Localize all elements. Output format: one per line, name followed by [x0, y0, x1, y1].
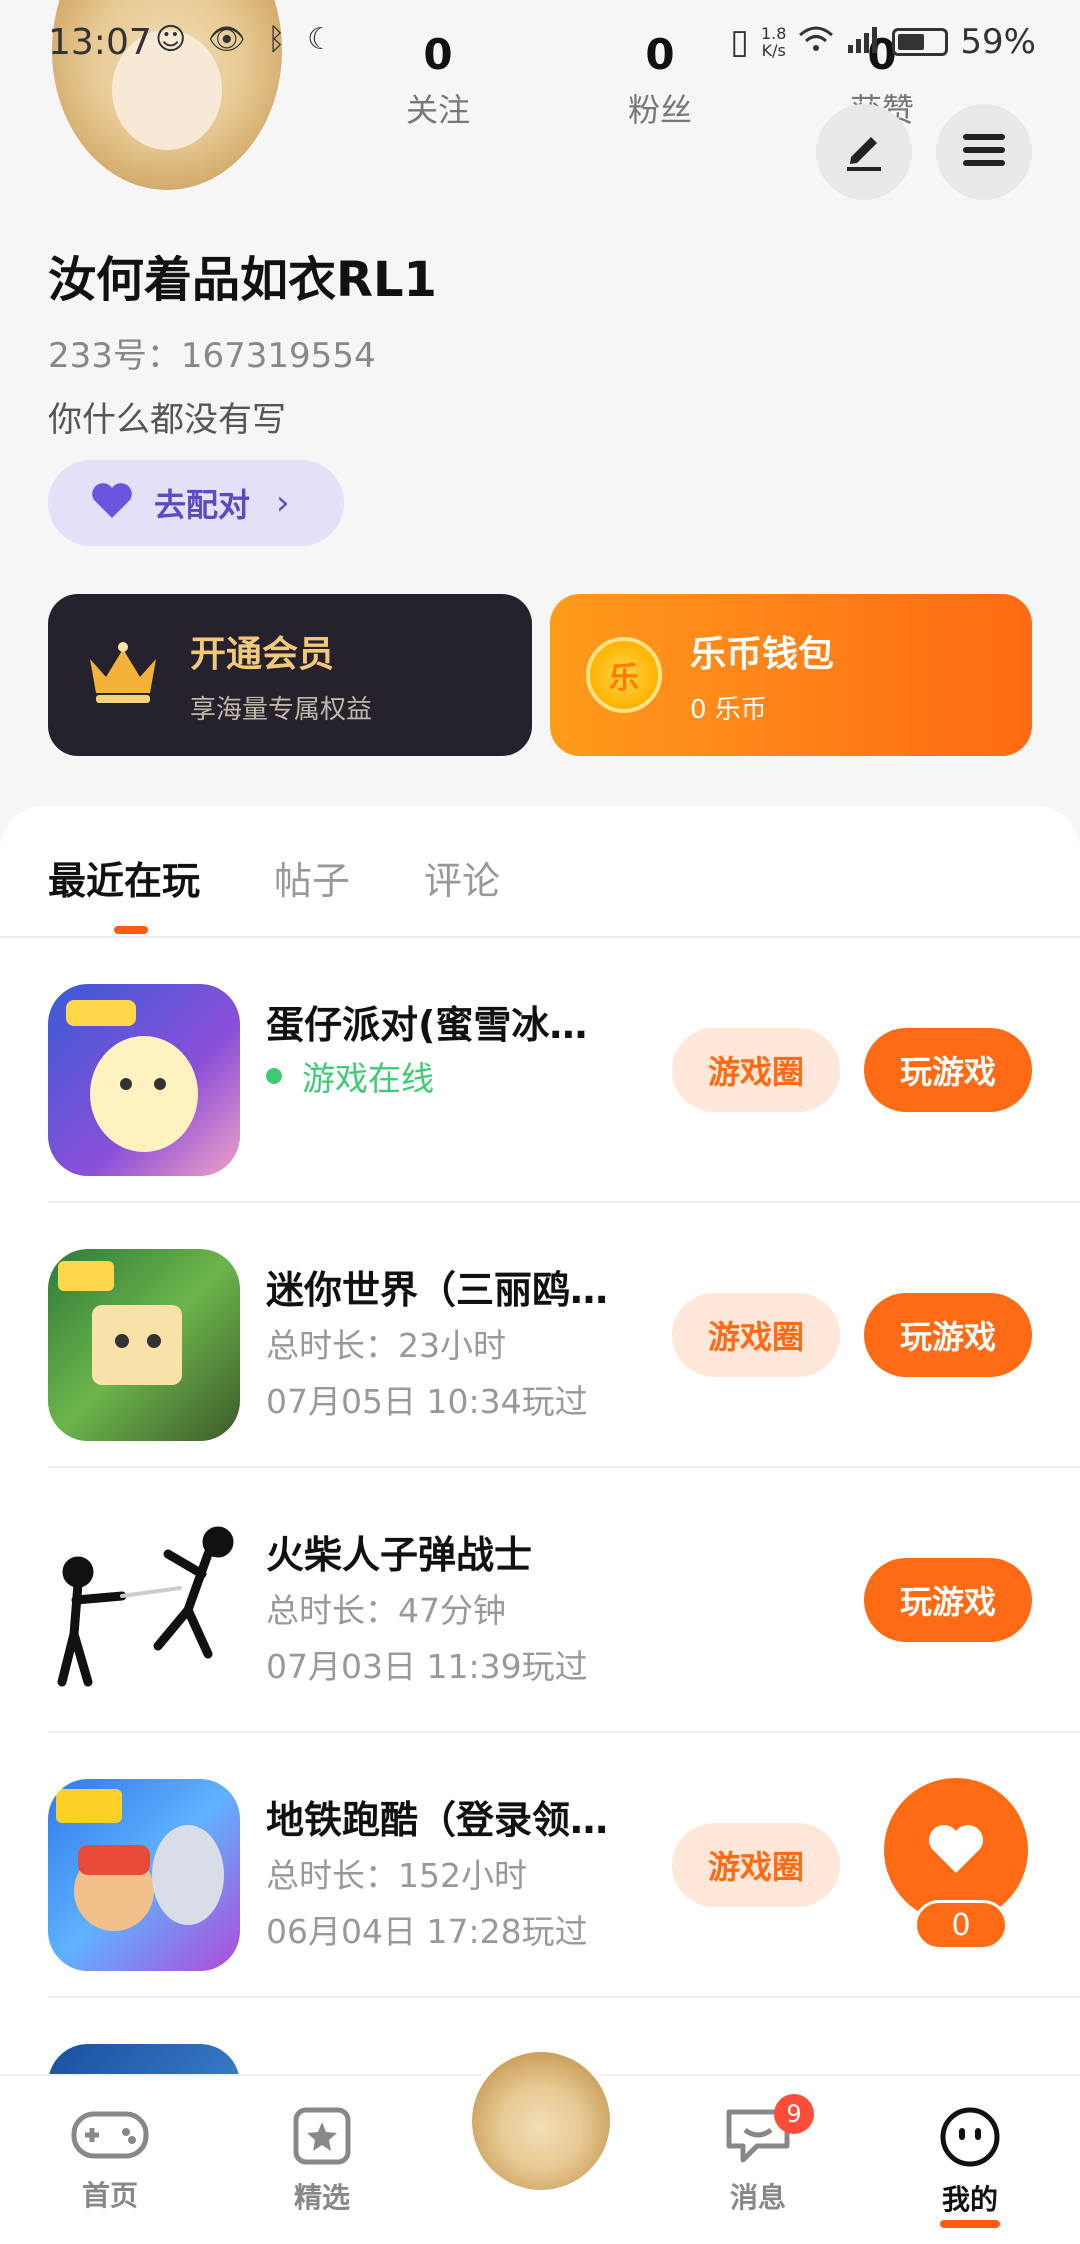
pair-button[interactable]: 去配对 ›: [48, 460, 344, 546]
heart-icon: [926, 1821, 986, 1879]
online-label: 游戏在线: [302, 1059, 434, 1098]
battery-percent: 59%: [960, 22, 1036, 62]
game-circle-button[interactable]: 游戏圈: [672, 1293, 840, 1377]
menu-button[interactable]: [936, 104, 1032, 200]
play-game-button[interactable]: 玩游戏: [864, 1028, 1032, 1112]
message-badge: 9: [774, 2094, 814, 2134]
face-icon: [936, 2107, 1004, 2172]
status-bar: 13:07 ☺ 👁 ᛒ ☾ ▯ 1.8 K/s 59%: [0, 0, 1080, 90]
heart-pair-icon: [88, 482, 136, 524]
user-bio: 你什么都没有写: [48, 400, 286, 440]
status-time: 13:07: [48, 22, 152, 63]
username: 汝何着品如衣RL1: [48, 252, 437, 308]
menu-icon: [961, 130, 1007, 174]
network-speed: 1.8 K/s: [761, 25, 786, 59]
status-right: ▯ 1.8 K/s 59%: [730, 22, 1036, 62]
play-game-button[interactable]: 玩游戏: [864, 1293, 1032, 1377]
nav-home[interactable]: 首页: [40, 2106, 180, 2214]
battery-icon: [892, 28, 949, 56]
game-circle-button[interactable]: 游戏圈: [672, 1028, 840, 1112]
game-online-status: 游戏在线: [266, 1052, 434, 1100]
user-id[interactable]: 233号：167319554: [48, 328, 376, 377]
online-dot: [266, 1068, 282, 1084]
pair-label: 去配对: [154, 486, 251, 524]
stat-following-label: 关注: [405, 91, 470, 129]
play-game-button[interactable]: 玩游戏: [864, 1558, 1032, 1642]
nav-featured[interactable]: 精选: [252, 2106, 392, 2216]
vip-title: 开通会员: [190, 633, 335, 675]
game-circle-button[interactable]: 游戏圈: [672, 1823, 840, 1907]
nav-mine[interactable]: 我的: [900, 2106, 1040, 2228]
game-name: 火柴人子弹战士: [266, 1533, 533, 1577]
coin-icon: 乐: [586, 637, 662, 713]
tab-bar: 最近在玩 帖子 评论: [48, 850, 500, 905]
game-icon-miniworld[interactable]: [48, 1249, 240, 1441]
wallet-card[interactable]: 乐 乐币钱包 0 乐币: [550, 594, 1032, 756]
wifi-icon: [798, 22, 834, 62]
bottom-nav: 首页 精选 9 消息 我的: [0, 2046, 1080, 2244]
game-name: 迷你世界（三丽鸥…: [266, 1268, 609, 1312]
message-icon: [723, 2109, 793, 2170]
nav-messages-label: 消息: [729, 2181, 786, 2214]
like-count: 0: [914, 1900, 1008, 1950]
nav-home-label: 首页: [81, 2179, 138, 2212]
nav-mine-label: 我的: [941, 2183, 998, 2216]
tab-indicator: [114, 926, 148, 934]
tab-comments[interactable]: 评论: [424, 850, 500, 905]
floating-like-button[interactable]: 0: [864, 1760, 1048, 1950]
vip-subtitle: 享海量专属权益: [190, 694, 373, 725]
game-name: 蛋仔派对(蜜雪冰…: [266, 1003, 588, 1047]
nav-active-indicator: [940, 2220, 1000, 2228]
vip-card[interactable]: 开通会员 享海量专属权益: [48, 594, 532, 756]
content-sheet: 最近在玩 帖子 评论 蛋仔派对(蜜雪冰… 游戏在线 游戏圈 玩游戏 迷你世界（三…: [0, 806, 1080, 2244]
edit-icon: [841, 127, 887, 177]
wallet-title: 乐币钱包: [690, 633, 835, 675]
game-duration: 总时长：23小时: [266, 1326, 506, 1365]
game-row[interactable]: 蛋仔派对(蜜雪冰… 游戏在线 游戏圈 玩游戏: [48, 938, 1080, 1203]
nav-featured-label: 精选: [293, 2181, 350, 2214]
status-icons: ☺ 👁 ᛒ ☾: [155, 22, 340, 57]
chevron-right-icon: ›: [276, 483, 290, 523]
tab-recent[interactable]: 最近在玩: [48, 850, 200, 905]
game-last-played: 07月05日 10:34玩过: [266, 1382, 588, 1421]
game-icon-stickman[interactable]: [48, 1514, 240, 1706]
vip-text: 开通会员 享海量专属权益: [190, 625, 372, 726]
game-icon-eggy[interactable]: [48, 984, 240, 1176]
signal-icon: [846, 22, 880, 62]
speed-value: 1.8: [760, 24, 787, 43]
crown-icon: [84, 641, 162, 709]
wallet-balance: 0 乐币: [690, 694, 767, 725]
nav-center-avatar[interactable]: [466, 2046, 616, 2196]
game-row[interactable]: 火柴人子弹战士 总时长：47分钟 07月03日 11:39玩过 玩游戏: [48, 1468, 1080, 1733]
wallet-text: 乐币钱包 0 乐币: [690, 625, 834, 726]
game-row[interactable]: 迷你世界（三丽鸥… 总时长：23小时 07月05日 10:34玩过 游戏圈 玩游…: [48, 1203, 1080, 1468]
edit-profile-button[interactable]: [816, 104, 912, 200]
gamepad-icon: [70, 2111, 150, 2168]
speed-unit: K/s: [761, 41, 786, 60]
stat-followers-label: 粉丝: [627, 91, 692, 129]
game-last-played: 06月04日 17:28玩过: [266, 1912, 588, 1951]
tab-posts[interactable]: 帖子: [274, 850, 350, 905]
vibrate-icon: ▯: [730, 22, 749, 62]
game-name: 地铁跑酷（登录领…: [266, 1798, 609, 1842]
nav-messages[interactable]: 9 消息: [688, 2094, 828, 2216]
game-duration: 总时长：47分钟: [266, 1591, 506, 1630]
game-last-played: 07月03日 11:39玩过: [266, 1647, 588, 1686]
star-icon: [292, 2107, 352, 2170]
game-duration: 总时长：152小时: [266, 1856, 527, 1895]
game-icon-subway[interactable]: [48, 1779, 240, 1971]
